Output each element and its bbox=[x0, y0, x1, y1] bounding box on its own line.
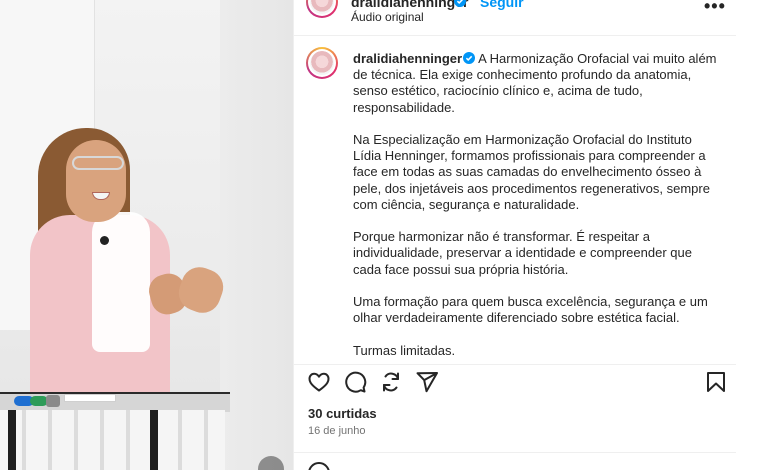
media-table-leg bbox=[8, 410, 16, 470]
media-person-blouse bbox=[92, 212, 150, 352]
media-tablet bbox=[64, 394, 116, 402]
audio-label[interactable]: Áudio original bbox=[351, 10, 424, 24]
caption-paragraph-4: Uma formação para quem busca excelência,… bbox=[353, 294, 708, 326]
media-wall-shadow bbox=[220, 0, 293, 470]
emoji-icon[interactable] bbox=[308, 462, 330, 470]
more-options-icon[interactable]: ••• bbox=[704, 0, 726, 17]
author-avatar[interactable] bbox=[306, 0, 338, 18]
post-date[interactable]: 16 de junho bbox=[308, 425, 366, 437]
caption-paragraph-5: Turmas limitadas. bbox=[353, 342, 456, 358]
page-right-margin bbox=[736, 0, 780, 470]
heart-icon[interactable] bbox=[307, 370, 331, 394]
save-icon[interactable] bbox=[704, 370, 728, 394]
verified-badge-icon bbox=[463, 52, 476, 64]
media-marker-gray bbox=[46, 395, 60, 407]
action-bar bbox=[294, 364, 737, 396]
comment-input-row[interactable] bbox=[294, 452, 737, 470]
likes-count[interactable]: 30 curtidas bbox=[308, 406, 377, 421]
caption-paragraph-2: Na Especialização em Harmonização Orofac… bbox=[353, 132, 710, 212]
follow-button[interactable]: Seguir bbox=[480, 0, 524, 10]
share-icon[interactable] bbox=[415, 370, 439, 394]
verified-badge-icon bbox=[454, 0, 466, 7]
author-username[interactable]: dralidiahenninger bbox=[351, 0, 468, 10]
media-table-front bbox=[0, 410, 225, 470]
caption-text: dralidiahenninger A Harmonização Orofacia… bbox=[353, 51, 723, 375]
media-person-face bbox=[66, 140, 126, 222]
comment-icon[interactable] bbox=[343, 370, 367, 394]
caption-block: dralidiahenninger A Harmonização Orofacia… bbox=[294, 47, 737, 358]
media-jacket-button bbox=[100, 236, 109, 245]
post-media[interactable] bbox=[0, 0, 293, 470]
caption-avatar[interactable] bbox=[306, 47, 338, 79]
post-panel: dralidiahenninger Seguir Áudio original … bbox=[293, 0, 737, 470]
media-table-leg bbox=[150, 410, 158, 470]
caption-paragraph: dralidiahenninger A Harmonização Orofacia… bbox=[353, 51, 723, 116]
repost-icon[interactable] bbox=[379, 370, 403, 394]
caption-username[interactable]: dralidiahenninger bbox=[353, 51, 462, 66]
media-person-glasses bbox=[72, 156, 124, 170]
post-header: dralidiahenninger Seguir Áudio original … bbox=[294, 0, 737, 36]
caption-paragraph-3: Porque harmonizar não é transformar. É r… bbox=[353, 229, 692, 277]
